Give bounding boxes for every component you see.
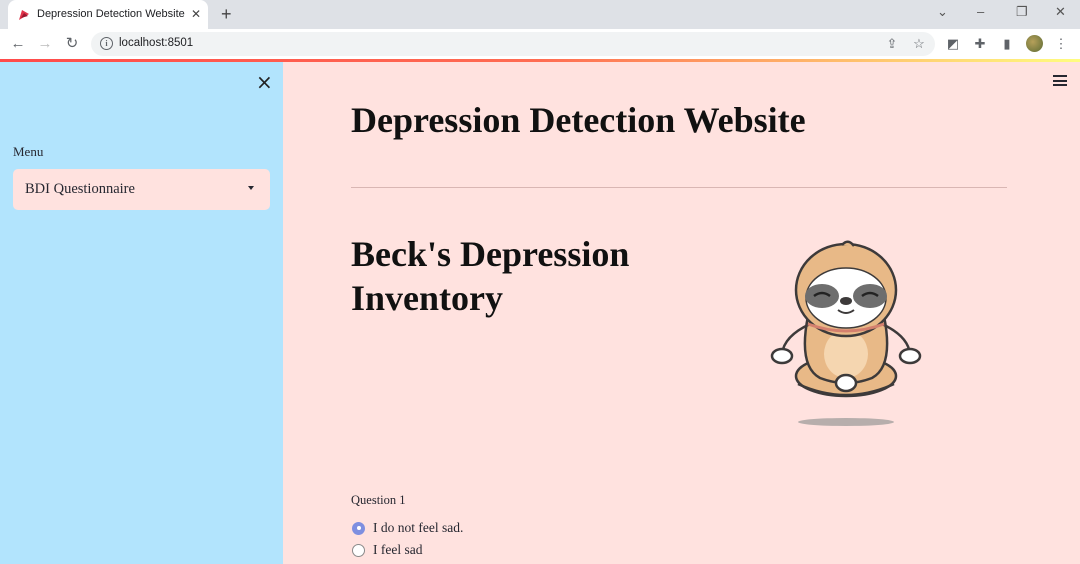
radio-option-label: I feel sad <box>373 542 423 557</box>
favicon-icon <box>19 10 29 20</box>
close-icon[interactable]: × <box>256 72 273 92</box>
new-tab-icon[interactable]: + <box>221 5 232 23</box>
profile-avatar[interactable] <box>1026 35 1043 52</box>
select-value: BDI Questionnaire <box>25 181 135 197</box>
hamburger-icon[interactable] <box>1053 75 1067 87</box>
restore-icon[interactable]: ❐ <box>1016 5 1028 19</box>
radio-button[interactable] <box>352 543 365 557</box>
radio-option[interactable]: I do not feel sad. <box>352 519 463 537</box>
browser-tab-strip: Depression Detection Website ✕ + ⌄ – ❐ ✕ <box>0 0 1080 29</box>
minimize-icon[interactable]: – <box>977 5 984 19</box>
tab-title: Depression Detection Website <box>37 8 185 20</box>
side-panel-icon[interactable]: ▮ <box>999 36 1015 52</box>
url-text: localhost:8501 <box>119 37 194 49</box>
section-title: Beck's Depression Inventory <box>351 234 630 318</box>
menu-dots-icon[interactable]: ⋮ <box>1053 36 1069 52</box>
question-label: Question 1 <box>351 493 406 507</box>
browser-toolbar: ← → ↻ i localhost:8501 ⇪ ☆ ◩ ✚ ▮ ⋮ <box>0 29 1080 60</box>
tab-search-icon[interactable]: ⌄ <box>937 5 948 19</box>
info-icon[interactable]: i <box>100 37 113 50</box>
chevron-down-icon <box>248 186 254 190</box>
radio-option[interactable]: I feel sad <box>352 541 422 559</box>
sloth-illustration <box>770 240 922 426</box>
extension-icon[interactable]: ◩ <box>945 36 961 52</box>
back-icon[interactable]: ← <box>10 36 26 52</box>
sidebar: × Menu BDI Questionnaire <box>0 62 283 564</box>
puzzle-icon[interactable]: ✚ <box>972 36 988 52</box>
browser-tab[interactable]: Depression Detection Website ✕ <box>8 0 208 29</box>
page-title: Depression Detection Website <box>351 100 806 140</box>
divider <box>351 187 1007 188</box>
forward-icon[interactable]: → <box>37 36 53 52</box>
tab-close-icon[interactable]: ✕ <box>191 8 201 20</box>
radio-option-label: I do not feel sad. <box>373 520 464 535</box>
radio-button-selected[interactable] <box>352 521 365 535</box>
reload-icon[interactable]: ↻ <box>64 36 80 52</box>
star-icon[interactable]: ☆ <box>911 36 927 52</box>
menu-label: Menu <box>13 144 44 159</box>
window-close-icon[interactable]: ✕ <box>1055 5 1066 19</box>
share-icon[interactable]: ⇪ <box>884 36 900 52</box>
address-bar[interactable]: i localhost:8501 ⇪ ☆ <box>91 32 935 56</box>
menu-selectbox[interactable]: BDI Questionnaire <box>13 169 270 210</box>
